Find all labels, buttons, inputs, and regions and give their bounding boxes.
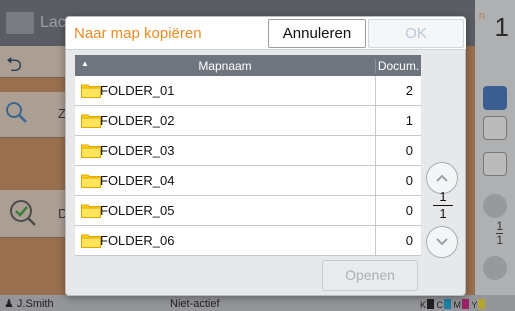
copy-to-folder-dialog: Naar map kopiëren Annuleren OK Mapnaam ▲… [65,16,466,296]
folder-icon [81,234,101,248]
column-header-doc-count[interactable]: Docum. [375,59,421,73]
folder-icon [81,114,101,128]
folder-table: Mapnaam ▲ Docum. FOLDER_01 2 FOLDER_02 1 FOL… [75,55,421,256]
table-header: Mapnaam ▲ Docum. [75,55,421,76]
table-row[interactable]: FOLDER_02 1 [75,106,421,136]
folder-name: FOLDER_04 [100,173,175,188]
column-header-folder-name[interactable]: Mapnaam [75,59,375,73]
sort-ascending-icon[interactable]: ▲ [81,59,89,68]
dialog-title: Naar map kopiëren [74,25,202,42]
table-row[interactable]: FOLDER_04 0 [75,166,421,196]
folder-icon [81,84,101,98]
document-count: 0 [405,143,413,158]
document-count: 0 [405,203,413,218]
folder-name: FOLDER_05 [100,203,175,218]
document-count: 1 [405,113,413,128]
folder-icon [81,174,101,188]
document-count: 2 [405,83,413,98]
chevron-up-icon [436,174,448,182]
folder-name: FOLDER_01 [100,83,175,98]
folder-name: FOLDER_06 [100,233,175,248]
table-row[interactable]: FOLDER_01 2 [75,76,421,106]
folder-name: FOLDER_03 [100,143,175,158]
table-row[interactable]: FOLDER_06 0 [75,226,421,256]
document-count: 0 [405,173,413,188]
folder-icon [81,144,101,158]
scroll-down-button[interactable] [426,226,458,258]
chevron-down-icon [436,238,448,246]
ok-button[interactable]: OK [368,19,464,48]
folder-icon [81,204,101,218]
folder-name: FOLDER_02 [100,113,175,128]
cancel-button[interactable]: Annuleren [268,19,366,48]
document-count: 0 [405,233,413,248]
table-row[interactable]: FOLDER_05 0 [75,196,421,226]
open-button[interactable]: Openen [322,260,418,291]
page-indicator: 1 1 [429,190,457,221]
table-row[interactable]: FOLDER_03 0 [75,136,421,166]
dialog-header: Naar map kopiëren Annuleren OK [66,17,466,50]
